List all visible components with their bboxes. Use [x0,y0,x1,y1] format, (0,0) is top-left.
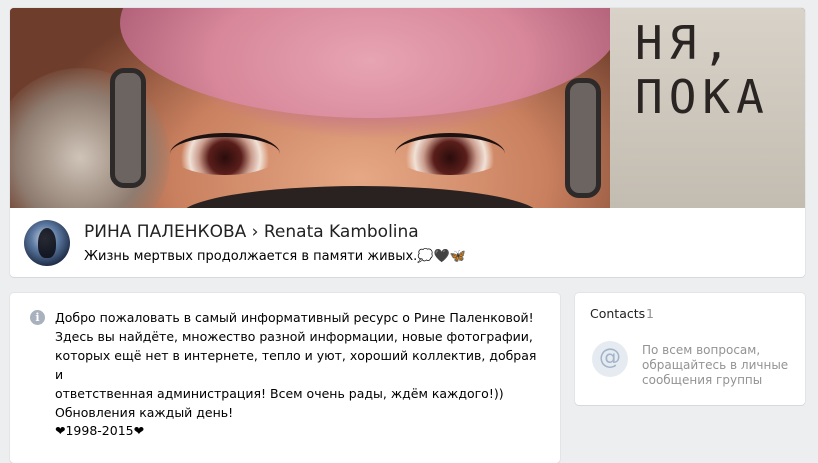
group-header: НЯ, ПОКА РИНА ПАЛЕНКОВА › Renata Kamboli… [10,8,805,277]
cover-mask [180,186,540,208]
info-icon: i [30,310,45,325]
description-line: Добро пожаловать в самый информативный р… [55,310,534,325]
cover-wall-text: НЯ, ПОКА [635,16,770,124]
description-line: которых ещё нет в интернете, тепло и уют… [55,348,537,382]
cover-eye-right [395,133,505,175]
cover-headphone-left [110,68,146,188]
description-line: Обновления каждый день! [55,405,234,420]
group-subname: Renata Kambolina [263,222,419,242]
cover-hair [10,68,170,208]
group-name: РИНА ПАЛЕНКОВА [84,222,247,242]
contacts-block: Contacts 1 @ По всем вопросам, обращайте… [575,293,805,405]
info-block: i Добро пожаловать в самый информативный… [10,293,560,463]
title-separator: › [251,222,259,242]
page-title: РИНА ПАЛЕНКОВА › Renata Kambolina [84,222,419,242]
cover-image[interactable]: НЯ, ПОКА [10,8,805,208]
contact-description: По всем вопросам, обращайтесь в личные с… [642,343,789,387]
at-sign-icon: @ [592,341,628,377]
cover-eye-left [170,133,280,175]
contacts-title[interactable]: Contacts [590,306,645,321]
description-line: Здесь вы найдёте, множество разной инфор… [55,329,533,344]
contacts-count: 1 [646,306,654,321]
cover-beanie [120,8,620,118]
status-text: Жизнь мертвых продолжается в памяти живы… [84,249,466,264]
group-description: Добро пожаловать в самый информативный р… [55,308,545,422]
description-line: ответственная администрация! Всем очень … [55,386,504,401]
cover-headphone-right [565,78,601,198]
description-years: ❤1998-2015❤ [55,423,145,438]
avatar[interactable] [24,220,70,266]
